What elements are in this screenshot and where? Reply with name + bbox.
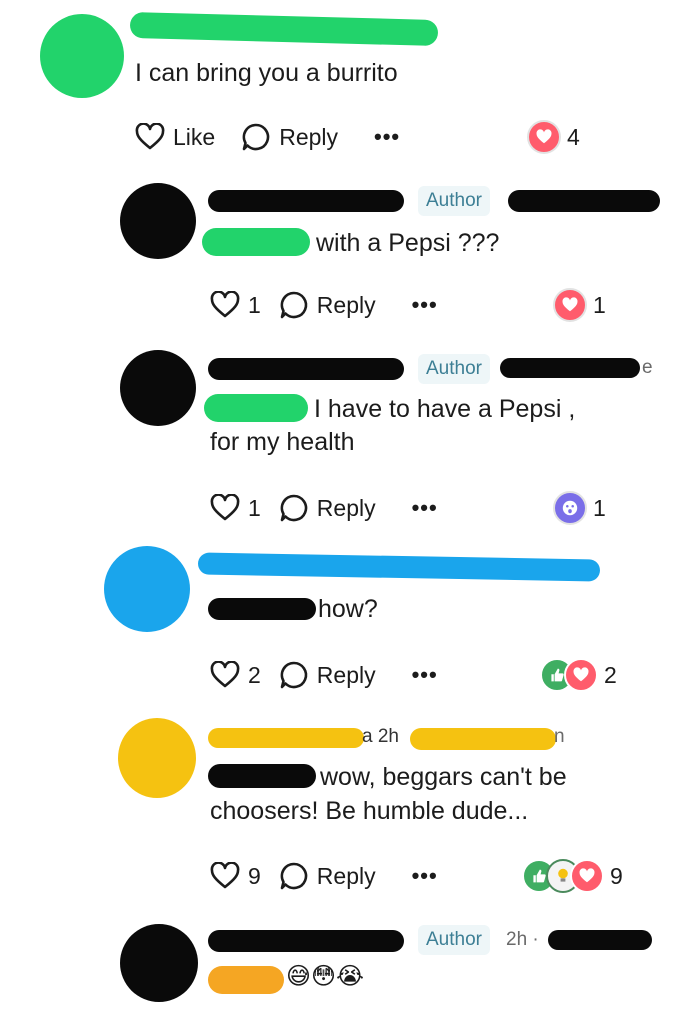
redacted-username: [208, 358, 404, 380]
reply-button[interactable]: Reply: [279, 861, 376, 891]
redacted-username: [197, 552, 601, 582]
emoji-reply: 😅😳😭: [286, 963, 365, 990]
heart-reaction-icon: [564, 658, 598, 692]
meta-time: a 2h: [362, 726, 399, 747]
author-badge: Author: [418, 925, 490, 955]
reply-label: Reply: [279, 123, 339, 150]
heart-reaction-icon: [553, 288, 587, 322]
more-options-button[interactable]: •••: [412, 662, 438, 688]
more-options-button[interactable]: •••: [412, 495, 438, 521]
reaction-count: 4: [567, 123, 580, 150]
action-bar: 1 Reply •••: [210, 490, 438, 526]
heart-icon: [210, 661, 240, 688]
avatar[interactable]: [40, 14, 124, 98]
like-count: 2: [248, 661, 261, 688]
like-button[interactable]: 9: [210, 862, 261, 890]
comment-text-line-1: wow, beggars can't be: [320, 763, 567, 791]
avatar[interactable]: [120, 350, 196, 426]
redacted-username: [208, 930, 404, 952]
meta-fragment: n: [554, 726, 565, 747]
reaction-count: 1: [593, 494, 606, 521]
redacted-mention: [208, 598, 316, 620]
author-badge: Author: [418, 186, 490, 216]
reply-label: Reply: [316, 291, 376, 318]
reaction-count: 2: [604, 661, 617, 688]
more-options-button[interactable]: •••: [412, 863, 438, 889]
redacted-mention: [208, 764, 316, 788]
action-bar: 9 Reply •••: [210, 858, 438, 894]
reply-label: Reply: [316, 494, 376, 521]
reaction-summary[interactable]: 4: [527, 119, 580, 155]
like-label: Like: [173, 123, 216, 150]
like-button[interactable]: Like: [135, 123, 215, 151]
action-bar: Like Reply •••: [135, 119, 400, 155]
reply-button[interactable]: Reply: [279, 660, 376, 690]
comment-text-line-2: choosers! Be humble dude...: [210, 797, 529, 825]
heart-icon: [210, 862, 240, 889]
redacted-username: [129, 11, 439, 47]
comment-bubble-icon: [280, 661, 308, 689]
avatar[interactable]: [120, 183, 196, 259]
redacted-meta: [508, 190, 660, 212]
redacted-meta: [410, 728, 556, 750]
reply-label: Reply: [316, 862, 376, 889]
like-button[interactable]: 1: [210, 291, 261, 319]
comment-text-line-1: I have to have a Pepsi ,: [314, 395, 576, 423]
redacted-meta: [500, 358, 640, 378]
reaction-summary[interactable]: 1: [553, 490, 606, 526]
comment-bubble-icon: [280, 494, 308, 522]
reply-label: Reply: [316, 661, 376, 688]
more-options-button[interactable]: •••: [412, 292, 438, 318]
more-options-button[interactable]: •••: [374, 124, 400, 150]
heart-reaction-icon: [570, 859, 604, 893]
redacted-mention: [204, 394, 308, 422]
heart-icon: [210, 494, 240, 521]
reaction-count: 9: [610, 862, 623, 889]
action-bar: 2 Reply •••: [210, 657, 438, 693]
reply-button[interactable]: Reply: [279, 493, 376, 523]
reply-button[interactable]: Reply: [241, 122, 338, 152]
heart-icon: [135, 123, 165, 150]
avatar[interactable]: [104, 546, 190, 632]
heart-reaction-icon: [527, 120, 561, 154]
redacted-mention: [208, 966, 284, 994]
comment-text: with a Pepsi ???: [316, 229, 500, 257]
like-count: 1: [248, 494, 261, 521]
comment-text: how?: [318, 595, 378, 623]
reply-button[interactable]: Reply: [279, 290, 376, 320]
meta-fragment: e: [642, 357, 653, 378]
meta-time: 2h ·: [506, 929, 539, 950]
comment-bubble-icon: [280, 862, 308, 890]
redacted-meta: [548, 930, 652, 950]
comment-text: I can bring you a burrito: [135, 59, 398, 87]
action-bar: 1 Reply •••: [210, 287, 438, 323]
avatar[interactable]: [120, 924, 198, 1002]
reaction-summary[interactable]: 1: [553, 287, 606, 323]
reaction-count: 1: [593, 291, 606, 318]
reaction-summary[interactable]: 2: [540, 657, 617, 693]
avatar[interactable]: [118, 718, 196, 798]
comment-bubble-icon: [242, 123, 270, 151]
redacted-username: [208, 190, 404, 212]
surprised-reaction-icon: [553, 491, 587, 525]
like-button[interactable]: 1: [210, 494, 261, 522]
redacted-mention: [202, 228, 310, 256]
redacted-username: [208, 728, 364, 748]
author-badge: Author: [418, 354, 490, 384]
heart-icon: [210, 291, 240, 318]
reaction-summary[interactable]: 9: [522, 858, 623, 894]
like-count: 9: [248, 862, 261, 889]
like-button[interactable]: 2: [210, 661, 261, 689]
comment-bubble-icon: [280, 291, 308, 319]
like-count: 1: [248, 291, 261, 318]
comment-text-line-2: for my health: [210, 428, 355, 456]
